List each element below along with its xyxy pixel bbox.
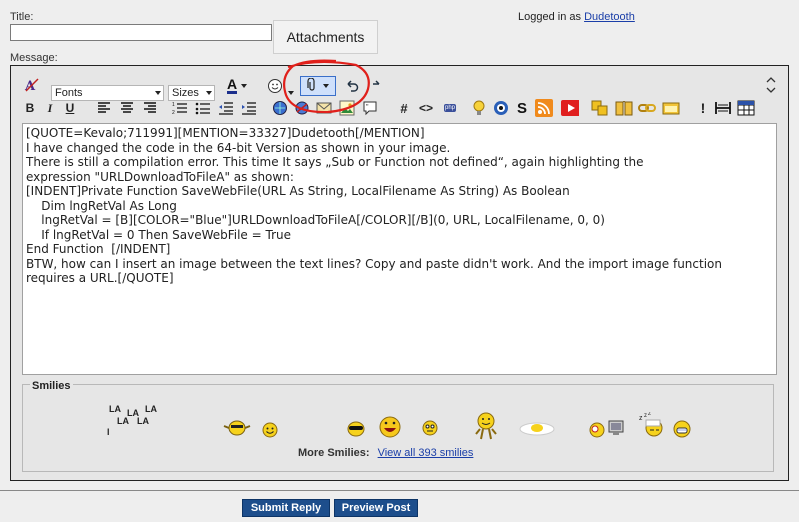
folder-icon[interactable] — [662, 99, 680, 117]
login-prefix: Logged in as — [518, 11, 581, 23]
sunglasses-smiley[interactable] — [346, 421, 366, 440]
text-line: I have changed the code in the 64-bit Ve… — [26, 140, 451, 155]
message-editor: A Fonts Sizes A B I U — [10, 65, 789, 481]
underline-button[interactable]: U — [61, 99, 79, 117]
message-textarea[interactable]: [QUOTE=Kevalo;711991][MENTION=33327]Dude… — [22, 123, 777, 375]
fried-egg-smiley[interactable] — [519, 420, 555, 439]
strikethrough-s-button[interactable]: S — [513, 99, 531, 117]
unordered-list-icon[interactable] — [194, 99, 212, 117]
toolbar-row-1: A Fonts Sizes A — [11, 74, 790, 101]
table-icon[interactable] — [737, 99, 755, 117]
svg-text:2: 2 — [172, 110, 175, 115]
title-label: Title: — [10, 11, 34, 23]
horizontal-rule-icon[interactable] — [714, 99, 732, 117]
rss-icon[interactable] — [535, 99, 553, 117]
smile-smiley[interactable] — [262, 422, 278, 441]
text-line: lngRetVal = [B][COLOR="Blue"]URLDownload… — [26, 213, 605, 227]
jumping-smiley[interactable] — [472, 412, 500, 443]
text-line: If lngRetVal = 0 Then SaveWebFile = True — [26, 227, 291, 242]
grin-smiley[interactable] — [673, 420, 691, 441]
eye-icon[interactable] — [492, 99, 510, 117]
text-line: End Function [/INDENT] — [26, 242, 171, 256]
footer-divider — [0, 490, 799, 491]
outdent-icon[interactable] — [217, 99, 235, 117]
computer-smiley[interactable] — [589, 418, 625, 441]
italic-button[interactable]: I — [41, 99, 59, 117]
bold-button[interactable]: B — [21, 99, 39, 117]
toolbar-row-2: B I U 12 " # <> php S ! — [11, 97, 790, 119]
angel-pigtails-smiley[interactable] — [222, 420, 252, 439]
align-center-icon[interactable] — [118, 99, 136, 117]
laughing-smiley[interactable] — [378, 414, 402, 441]
svg-text:z: z — [639, 415, 643, 422]
more-smilies: More Smilies: View all 393 smilies — [298, 447, 473, 459]
svg-text:z: z — [644, 413, 647, 419]
login-status: Logged in as Dudetooth — [518, 11, 635, 23]
text-line: expression "URLDownloadToFileA" as shown… — [26, 169, 294, 184]
message-label: Message: — [10, 52, 58, 64]
highlight-circle-annotation — [283, 59, 370, 114]
lightbulb-icon[interactable] — [470, 99, 488, 117]
resize-toggle-icon[interactable] — [762, 76, 780, 94]
view-all-smilies-link[interactable]: View all 393 smilies — [378, 447, 474, 459]
exclamation-icon[interactable]: ! — [694, 99, 712, 117]
youtube-icon[interactable] — [561, 99, 579, 117]
text-line: Dim lngRetVal As Long — [26, 198, 177, 213]
lalala-smiley[interactable]: LA LA LA LA LA l — [107, 402, 163, 438]
svg-text:Z: Z — [648, 412, 651, 417]
ordered-list-icon[interactable]: 12 — [171, 99, 189, 117]
attachments-tooltip: Attachments — [273, 20, 378, 54]
remove-format-icon[interactable]: A — [23, 76, 41, 94]
confused-smiley[interactable] — [422, 420, 438, 439]
align-left-icon[interactable] — [95, 99, 113, 117]
align-right-icon[interactable] — [141, 99, 159, 117]
html-code-button[interactable]: <> — [417, 99, 435, 117]
book-icon[interactable] — [615, 99, 633, 117]
sleeping-smiley[interactable]: zzZ — [639, 411, 665, 441]
title-input[interactable] — [10, 24, 272, 41]
php-code-button[interactable]: php — [441, 99, 459, 117]
code-hash-button[interactable]: # — [395, 99, 413, 117]
text-line: [QUOTE=Kevalo;711991][MENTION=33327]Dude… — [26, 126, 425, 140]
submit-reply-button[interactable]: Submit Reply — [242, 499, 330, 517]
chain-link-icon[interactable] — [638, 99, 656, 117]
font-color-button[interactable]: A — [223, 77, 251, 95]
text-line: There is still a compilation error. This… — [26, 155, 644, 169]
text-line: BTW, how can I insert an image between t… — [26, 256, 722, 271]
smilies-legend: Smilies — [30, 380, 73, 392]
username-link[interactable]: Dudetooth — [584, 11, 635, 23]
text-line: requires a URL.[/QUOTE] — [26, 271, 174, 285]
text-line: [INDENT]Private Function SaveWebFile(URL… — [26, 184, 570, 198]
svg-text:1: 1 — [172, 102, 175, 108]
font-color-icon: A — [226, 76, 238, 94]
preview-post-button[interactable]: Preview Post — [334, 499, 418, 517]
copy-squares-icon[interactable] — [591, 99, 609, 117]
indent-icon[interactable] — [240, 99, 258, 117]
more-smilies-label: More Smilies: — [298, 447, 370, 459]
